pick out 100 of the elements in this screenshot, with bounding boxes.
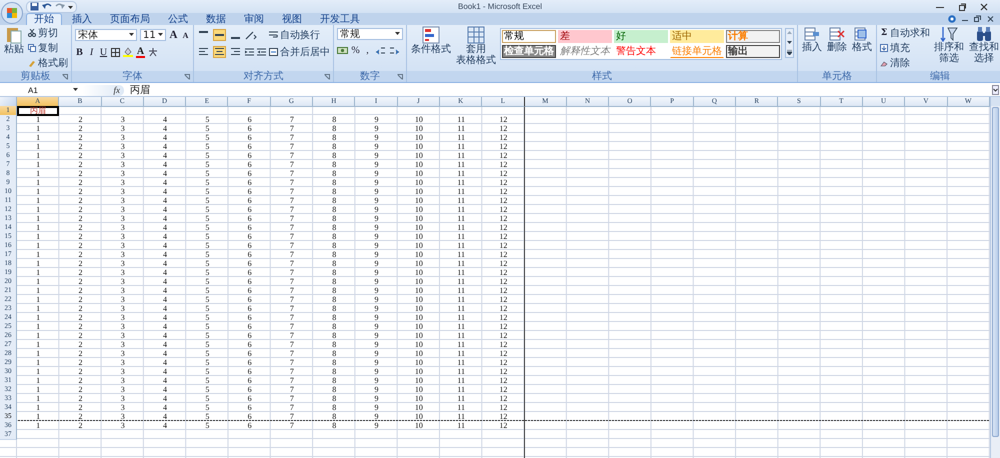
table-cell-text: 3 — [120, 277, 126, 287]
copy-icon[interactable] — [28, 44, 36, 52]
caret-icon[interactable] — [395, 32, 400, 36]
merge-center-button[interactable]: 合并后居中 — [269, 45, 330, 59]
sort-filter-button[interactable]: 排序和 筛选 — [933, 26, 965, 64]
ribbon-tab[interactable]: 审阅 — [236, 13, 272, 25]
dialog-launcher-icon[interactable] — [324, 74, 330, 80]
indent-icon[interactable] — [245, 48, 254, 56]
paste-button[interactable]: 粘贴 — [3, 26, 25, 55]
expand-icon[interactable] — [992, 85, 999, 95]
table-cell-text: 11 — [456, 358, 466, 368]
cell-style[interactable]: 输出 — [726, 45, 780, 58]
underline-button[interactable]: U — [99, 46, 108, 58]
italic-button[interactable]: I — [87, 46, 96, 58]
table-cell-text: 4 — [162, 403, 168, 413]
table-cell-text: 3 — [120, 196, 126, 206]
percent-button[interactable]: % — [351, 44, 360, 56]
conditional-format-button[interactable]: 条件格式 — [410, 26, 452, 55]
scissors-icon[interactable] — [28, 29, 36, 37]
close-icon[interactable] — [980, 2, 988, 10]
ribbon-tab[interactable]: 开发工具 — [312, 13, 368, 25]
more-icon[interactable] — [787, 50, 792, 55]
cell-style[interactable]: 差 — [558, 30, 612, 43]
borders-icon[interactable] — [111, 48, 120, 56]
dialog-launcher-icon[interactable] — [184, 74, 190, 80]
cells-button[interactable]: 格式 — [851, 26, 873, 53]
clipboard-button[interactable]: 格式刷 — [28, 56, 68, 70]
scroll-down-icon[interactable] — [787, 40, 792, 44]
comma-button[interactable]: , — [363, 44, 372, 56]
grow-font-button[interactable]: A — [169, 28, 178, 42]
table-cell-text: 6 — [246, 160, 253, 170]
delete-cells-icon[interactable] — [829, 26, 845, 42]
font-size-field[interactable]: 11 — [140, 29, 166, 41]
font-name-field[interactable]: 宋体 — [75, 29, 137, 41]
editing-button[interactable]: 填充 — [880, 41, 930, 55]
caret-icon[interactable] — [158, 33, 163, 37]
ribbon-tab[interactable]: 公式 — [160, 13, 196, 25]
currency-icon[interactable] — [337, 46, 348, 54]
restore-icon[interactable] — [958, 2, 966, 10]
increase-decimal-icon[interactable] — [375, 46, 386, 54]
editing-button[interactable]: Σ 自动求和 — [880, 26, 930, 40]
ribbon-tab[interactable]: 插入 — [64, 13, 100, 25]
table-cell-text: 10 — [414, 169, 424, 179]
table-cell-text: 5 — [204, 349, 210, 359]
insert-cells-icon[interactable] — [804, 26, 820, 42]
table-cell-text: 5 — [204, 187, 210, 197]
table-cell-text: 7 — [288, 376, 295, 386]
cells-button[interactable]: 删除 — [826, 26, 848, 53]
undo-icon[interactable] — [42, 2, 52, 11]
vertical-scrollbar[interactable] — [990, 97, 1000, 458]
decrease-decimal-icon[interactable] — [389, 46, 400, 54]
cell-style[interactable]: 适中 — [670, 30, 724, 43]
help-icon[interactable] — [948, 15, 956, 23]
eraser-icon[interactable] — [880, 59, 888, 67]
cell-style[interactable]: 好 — [614, 30, 668, 43]
fill-color-icon[interactable] — [123, 47, 133, 57]
name-box[interactable]: A1 — [0, 84, 80, 96]
number-format-field[interactable]: 常规 — [337, 28, 403, 40]
caret-icon[interactable] — [73, 88, 78, 92]
ribbon-tab[interactable]: 页面布局 — [102, 13, 158, 25]
merge-icon[interactable] — [269, 48, 278, 56]
shrink-font-button[interactable]: A — [181, 28, 190, 42]
restore-icon[interactable] — [974, 15, 981, 23]
cell-style[interactable]: 解释性文本 — [558, 45, 612, 58]
find-select-button[interactable]: 查找和 选择 — [968, 26, 1000, 64]
table-icon[interactable] — [467, 26, 485, 44]
table-cell-text: 3 — [120, 169, 126, 179]
sort-filter-icon[interactable] — [940, 26, 958, 42]
editing-button[interactable]: 清除 — [880, 56, 930, 70]
table-cell-text: 3 — [120, 241, 126, 251]
bold-button[interactable]: B — [75, 46, 84, 58]
clipboard-button[interactable]: 复制 — [28, 41, 68, 55]
binoculars-icon[interactable] — [975, 26, 993, 42]
bar-chart-icon[interactable] — [422, 26, 440, 44]
table-cell-text: 11 — [456, 394, 466, 404]
table-format-button[interactable]: 套用 表格格式 — [455, 26, 497, 66]
table-cell-text: 11 — [456, 187, 466, 197]
save-icon[interactable] — [30, 2, 39, 11]
table-cell-text: 12 — [498, 385, 508, 395]
phonetic-icon[interactable] — [148, 47, 158, 57]
wrap-text-button[interactable]: 自动换行 — [269, 28, 330, 42]
font-color-button[interactable]: A — [136, 46, 145, 58]
ribbon-tab[interactable]: 视图 — [274, 13, 310, 25]
wrap-text-icon[interactable] — [269, 31, 278, 39]
cell-style[interactable]: 警告文本 — [614, 45, 668, 58]
text-angle-icon[interactable] — [245, 30, 257, 40]
close-icon[interactable] — [987, 15, 994, 23]
indent-icon[interactable] — [257, 48, 266, 56]
ribbon-tab[interactable]: 数据 — [198, 13, 234, 25]
caret-icon[interactable] — [129, 33, 134, 37]
clipboard-icon[interactable] — [6, 26, 22, 44]
fill-down-icon[interactable] — [880, 44, 888, 52]
table-cell-text: 3 — [120, 268, 126, 278]
formula-field[interactable]: 丙眉 — [124, 84, 992, 96]
cell-style[interactable]: 常规 — [502, 30, 556, 43]
dialog-launcher-icon[interactable] — [397, 74, 403, 80]
clipboard-button[interactable]: 剪切 — [28, 26, 68, 40]
ribbon-tab[interactable]: 开始 — [26, 13, 62, 25]
cells-button[interactable]: 插入 — [801, 26, 823, 53]
dialog-launcher-icon[interactable] — [62, 74, 68, 80]
